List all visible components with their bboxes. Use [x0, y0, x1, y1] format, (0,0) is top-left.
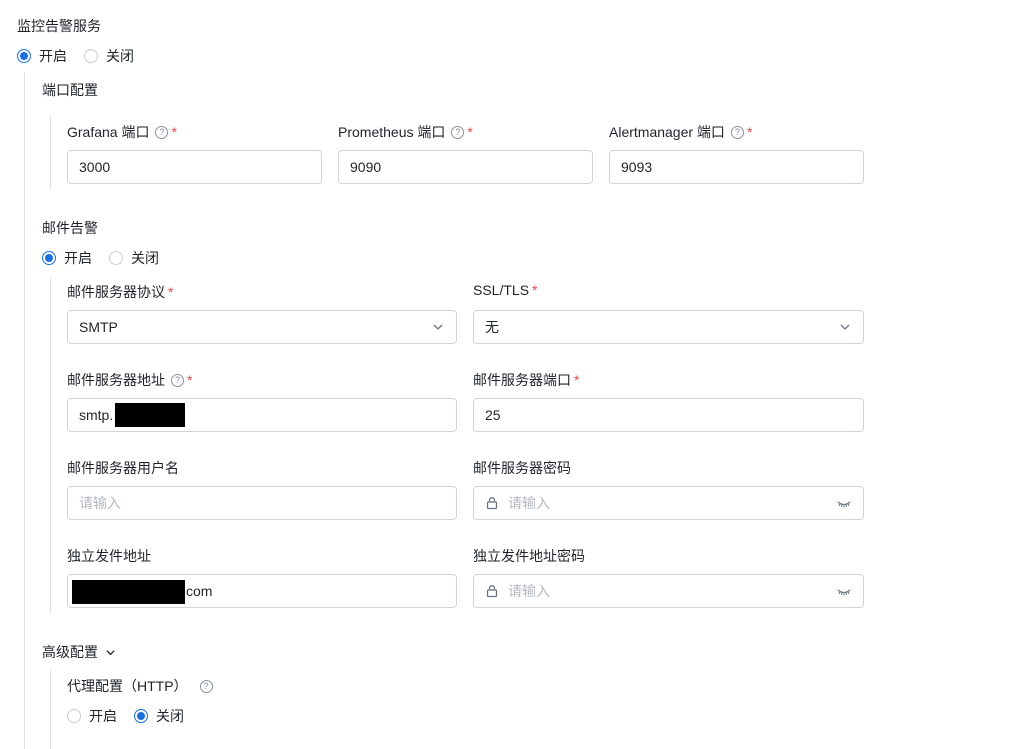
label-text: SSL/TLS: [473, 282, 530, 298]
required-mark: *: [746, 124, 753, 140]
mail-guide-line: [50, 278, 51, 614]
label-text: 邮件服务器端口: [473, 372, 571, 388]
radio-unchecked-icon: [84, 49, 98, 63]
monitor-service-title: 监控告警服务: [17, 18, 101, 34]
mail-password-input[interactable]: 请输入: [473, 486, 864, 520]
proxy-on-radio[interactable]: 开启: [67, 706, 117, 726]
mail-off-radio[interactable]: 关闭: [109, 248, 159, 268]
mail-server-address-label: 邮件服务器地址 ? *: [67, 370, 192, 390]
label-text: 独立发件地址: [67, 548, 151, 564]
radio-unchecked-icon: [109, 251, 123, 265]
mail-password-label: 邮件服务器密码: [473, 458, 571, 478]
placeholder-text: 请输入: [508, 495, 550, 511]
required-mark: *: [168, 284, 174, 300]
input-value: com: [186, 583, 213, 599]
question-circle-icon[interactable]: ?: [730, 125, 744, 139]
proxy-radio-group: 开启 关闭: [67, 706, 201, 726]
lock-icon: [485, 496, 499, 510]
mail-server-port-label: 邮件服务器端口 *: [473, 370, 579, 390]
ssl-tls-select[interactable]: 无: [473, 310, 864, 344]
prometheus-port-input[interactable]: 9090: [338, 150, 593, 184]
sender-password-label: 独立发件地址密码: [473, 546, 585, 566]
advanced-guide-line: [50, 670, 51, 749]
radio-label: 关闭: [106, 48, 134, 64]
monitor-service-radio-group: 开启 关闭: [17, 46, 151, 66]
sender-address-label: 独立发件地址: [67, 546, 151, 566]
radio-checked-icon: [17, 49, 31, 63]
label-text: 代理配置（HTTP）: [67, 678, 188, 694]
redaction-block: [115, 403, 185, 427]
redaction-block: [72, 580, 185, 604]
mail-username-label: 邮件服务器用户名: [67, 458, 179, 478]
label-text: Prometheus 端口: [338, 124, 446, 140]
ssl-tls-label: SSL/TLS *: [473, 282, 537, 298]
section-guide-line: [24, 72, 25, 749]
required-mark: *: [532, 282, 538, 298]
radio-label: 开启: [39, 48, 67, 64]
port-config-title: 端口配置: [42, 82, 98, 98]
mail-on-radio[interactable]: 开启: [42, 248, 92, 268]
label-text: 邮件服务器密码: [473, 460, 571, 476]
sender-password-input[interactable]: 请输入: [473, 574, 864, 608]
lock-icon: [485, 584, 499, 598]
mail-protocol-select[interactable]: SMTP: [67, 310, 457, 344]
label-text: 邮件服务器地址: [67, 372, 165, 388]
proxy-config-label: 代理配置（HTTP） ?: [67, 676, 213, 696]
question-circle-icon[interactable]: ?: [171, 373, 184, 387]
grafana-port-label: Grafana 端口 ? *: [67, 122, 177, 142]
radio-checked-icon: [42, 251, 56, 265]
label-text: Alertmanager 端口: [609, 124, 725, 140]
chevron-down-icon: [433, 324, 443, 330]
monitor-off-radio[interactable]: 关闭: [84, 46, 134, 66]
grafana-port-input[interactable]: 3000: [67, 150, 322, 184]
chevron-down-icon: [106, 649, 115, 655]
alertmanager-port-input[interactable]: 9093: [609, 150, 864, 184]
mail-server-port-input[interactable]: 25: [473, 398, 864, 432]
radio-label: 开启: [89, 708, 117, 724]
mail-username-input[interactable]: 请输入: [67, 486, 457, 520]
mail-alert-radio-group: 开启 关闭: [42, 248, 176, 268]
required-mark: *: [171, 124, 177, 140]
label-text: Grafana 端口: [67, 124, 150, 140]
eye-closed-icon[interactable]: [837, 587, 851, 597]
mail-protocol-label: 邮件服务器协议 *: [67, 282, 173, 302]
select-value: 无: [485, 319, 499, 335]
label-text: 高级配置: [42, 644, 98, 660]
select-value: SMTP: [79, 319, 118, 335]
radio-label: 开启: [64, 250, 92, 266]
radio-label: 关闭: [131, 250, 159, 266]
label-text: 独立发件地址密码: [473, 548, 585, 564]
advanced-config-toggle[interactable]: 高级配置: [42, 642, 116, 662]
question-circle-icon[interactable]: ?: [451, 125, 465, 139]
radio-unchecked-icon: [67, 709, 81, 723]
prometheus-port-label: Prometheus 端口 ? *: [338, 122, 473, 142]
required-mark: *: [574, 372, 580, 388]
question-circle-icon[interactable]: ?: [155, 125, 169, 139]
question-circle-icon[interactable]: ?: [199, 679, 213, 693]
eye-closed-icon[interactable]: [837, 499, 851, 509]
placeholder-text: 请输入: [508, 583, 550, 599]
mail-alert-title: 邮件告警: [42, 220, 98, 236]
proxy-off-radio[interactable]: 关闭: [134, 706, 184, 726]
radio-checked-icon: [134, 709, 148, 723]
radio-label: 关闭: [156, 708, 184, 724]
required-mark: *: [467, 124, 473, 140]
input-value: smtp.: [79, 407, 114, 423]
monitor-on-radio[interactable]: 开启: [17, 46, 67, 66]
port-guide-line: [50, 116, 51, 190]
label-text: 邮件服务器用户名: [67, 460, 179, 476]
chevron-down-icon: [840, 324, 850, 330]
alertmanager-port-label: Alertmanager 端口 ? *: [609, 122, 752, 142]
required-mark: *: [187, 372, 193, 388]
label-text: 邮件服务器协议: [67, 284, 165, 300]
